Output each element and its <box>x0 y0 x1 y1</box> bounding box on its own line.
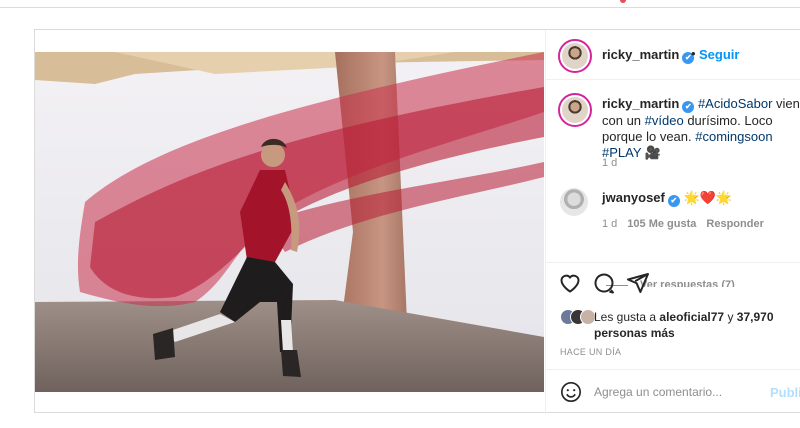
emoji-icon[interactable] <box>560 381 582 403</box>
caption-avatar[interactable] <box>558 93 592 127</box>
verified-icon: ✔ <box>667 195 680 207</box>
comment-composer: Publicar <box>546 369 800 414</box>
notification-dot <box>620 0 626 3</box>
post-header: ricky_martin✔ • Seguir ⋯ <box>546 30 800 80</box>
commenter-avatar[interactable] <box>560 188 588 216</box>
comment-body: 🌟❤️🌟 <box>683 190 733 205</box>
heart-icon[interactable] <box>558 271 584 297</box>
hashtag-link[interactable]: #AcidoSabor <box>698 96 772 111</box>
post-card: ricky_martin✔ • Seguir ⋯ ricky_martin✔ #… <box>34 29 800 414</box>
comments-list[interactable]: ricky_martin✔ #AcidoSabor viene con un #… <box>546 81 800 287</box>
post-sidebar: ricky_martin✔ • Seguir ⋯ ricky_martin✔ #… <box>545 30 800 414</box>
post-image[interactable] <box>35 52 544 392</box>
author-username[interactable]: ricky_martin ✔ <box>602 47 695 64</box>
author-avatar[interactable] <box>558 39 592 73</box>
header-separator: • <box>691 46 696 61</box>
comment-time: 1 d <box>602 218 618 230</box>
comment-icon[interactable] <box>592 271 618 297</box>
share-icon[interactable] <box>626 271 652 297</box>
hashtag-link[interactable]: #comingsoon <box>695 129 772 144</box>
comment-meta: 1 d 105 Me gusta Responder <box>602 218 764 230</box>
verified-icon: ✔ <box>682 101 695 113</box>
reply-button[interactable]: Responder <box>706 218 763 230</box>
likes-text: Les gusta a aleoficial77 y 37,970 person… <box>594 310 774 340</box>
comment-input[interactable] <box>594 381 764 403</box>
caption-time: 1 d <box>602 157 618 169</box>
caption-username[interactable]: ricky_martin ✔ <box>602 96 695 113</box>
top-navigation-bar <box>0 0 800 8</box>
hashtag-link[interactable]: #vídeo <box>645 113 684 128</box>
post-actions: Les gusta a aleoficial77 y 37,970 person… <box>546 262 800 382</box>
camera-emoji: 🎥 <box>641 145 662 160</box>
follow-button[interactable]: Seguir <box>699 47 739 62</box>
publish-button[interactable]: Publicar <box>770 385 800 400</box>
post-photo-illustration <box>35 52 544 392</box>
caption-text: ricky_martin✔ #AcidoSabor viene con un #… <box>602 96 800 161</box>
commenter-username[interactable]: jwanyosef ✔ <box>602 190 680 207</box>
liker-username[interactable]: aleoficial77 <box>659 310 724 324</box>
comment-likes[interactable]: 105 Me gusta <box>627 218 696 230</box>
post-timestamp[interactable]: HACE UN DÍA <box>560 347 621 357</box>
comment-text: jwanyosef ✔ 🌟❤️🌟 <box>602 190 732 207</box>
